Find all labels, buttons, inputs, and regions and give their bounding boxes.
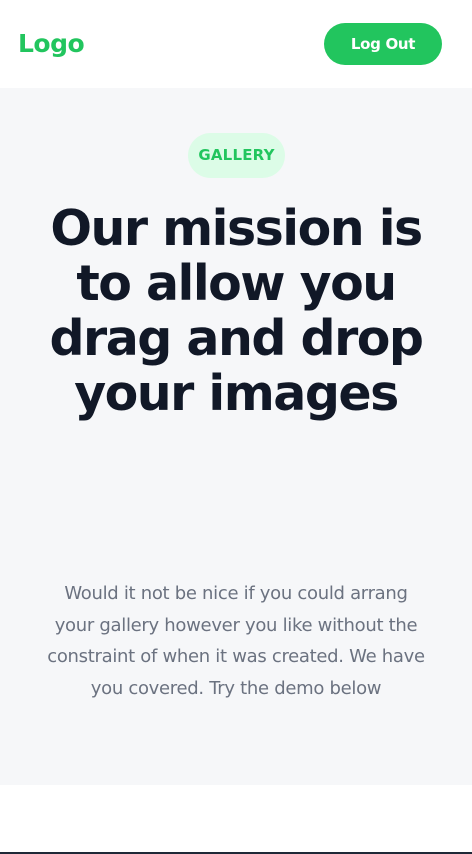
logout-button[interactable]: Log Out (324, 23, 442, 65)
hero-headline: Our mission is to allow you drag and dro… (49, 200, 424, 422)
logo[interactable]: Logo (18, 27, 85, 61)
gallery-badge: GALLERY (188, 133, 285, 178)
top-navbar: Logo Log Out (0, 0, 472, 88)
hero-section: GALLERY Our mission is to allow you drag… (0, 88, 472, 785)
hero-description: Would it not be nice if you could arrang… (47, 583, 425, 699)
